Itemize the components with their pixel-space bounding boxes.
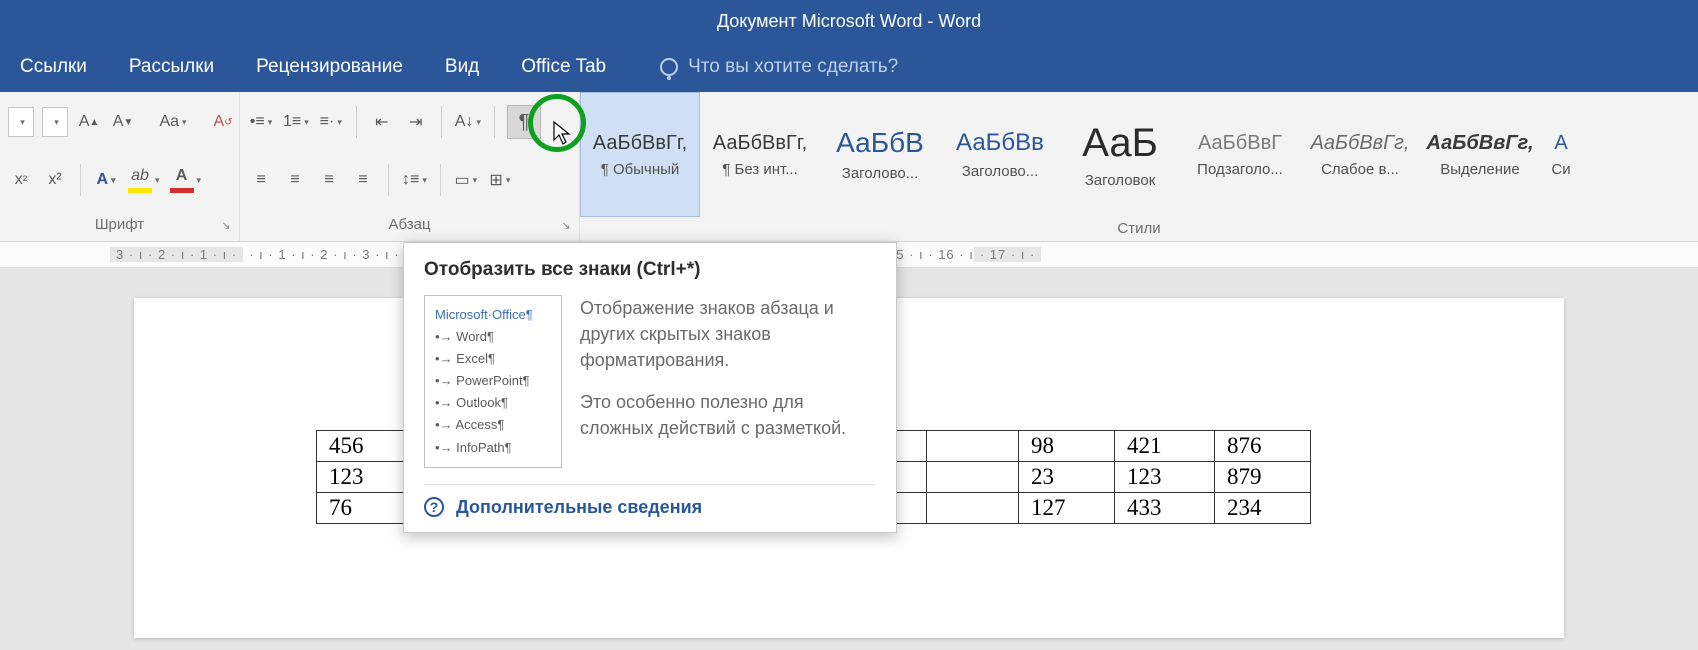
tab-mailings[interactable]: Рассылки <box>129 56 214 78</box>
clear-formatting-button[interactable]: A↺ <box>210 105 236 139</box>
tell-me-placeholder: Что вы хотите сделать? <box>688 56 898 78</box>
tooltip-description: Отображение знаков абзаца и других скрыт… <box>580 295 876 468</box>
multilevel-list-button[interactable]: ≡· <box>318 105 344 139</box>
sort-button[interactable]: A↓ <box>454 105 482 139</box>
table-cell[interactable]: 433 <box>1115 493 1215 524</box>
styles-gallery[interactable]: АаБбВвГг, ¶ Обычный АаБбВвГг, ¶ Без инт.… <box>580 92 1698 217</box>
group-styles: АаБбВвГг, ¶ Обычный АаБбВвГг, ¶ Без инт.… <box>580 92 1698 241</box>
paragraph-dialog-launcher-icon[interactable]: ↘ <box>559 219 573 233</box>
table-cell[interactable]: 876 <box>1215 431 1311 462</box>
style-next[interactable]: А Си <box>1540 92 1582 217</box>
table-cell[interactable]: 456 <box>317 431 413 462</box>
table-cell[interactable]: 123 <box>317 462 413 493</box>
table-cell[interactable]: 98 <box>1019 431 1115 462</box>
justify-button[interactable]: ≡ <box>350 163 376 197</box>
style-heading2[interactable]: АаБбВв Заголово... <box>940 92 1060 217</box>
table-cell[interactable]: 421 <box>1115 431 1215 462</box>
table-cell[interactable] <box>927 493 1019 524</box>
shrink-font-button[interactable]: A▼ <box>110 105 136 139</box>
group-paragraph: •≡ 1≡ ≡· ⇤ ⇥ A↓ ¶ ≡ ≡ ≡ ≡ ↕≡ ▭ ⊞ <box>240 92 580 241</box>
style-heading1[interactable]: АаБбВ Заголово... <box>820 92 940 217</box>
style-title[interactable]: АаБ Заголовок <box>1060 92 1180 217</box>
tooltip-preview-item: •→ Excel¶ <box>435 348 551 370</box>
tab-references[interactable]: Ссылки <box>20 56 87 78</box>
tab-review[interactable]: Рецензирование <box>256 56 403 78</box>
style-emphasis[interactable]: АаБбВвГг, Выделение <box>1420 92 1540 217</box>
align-center-button[interactable]: ≡ <box>282 163 308 197</box>
table-cell[interactable] <box>927 431 1019 462</box>
table-cell[interactable]: 127 <box>1019 493 1115 524</box>
font-name-combo[interactable] <box>8 107 34 137</box>
table-cell[interactable] <box>927 462 1019 493</box>
ruler-right-margin: · 17 · ı · <box>974 247 1042 262</box>
document-area: 3 · ı · 2 · ı · 1 · ı · · ı · 1 · ı · 2 … <box>0 242 1698 650</box>
tooltip-preview-item: •→ Word¶ <box>435 326 551 348</box>
change-case-button[interactable]: Aa <box>160 105 186 139</box>
font-size-combo[interactable] <box>42 107 68 137</box>
ribbon-tabs: Ссылки Рассылки Рецензирование Вид Offic… <box>0 42 1698 92</box>
text-effects-button[interactable]: A <box>93 163 119 197</box>
tooltip-preview-item: •→ Outlook¶ <box>435 392 551 414</box>
tooltip-preview-box: Microsoft·Office¶ •→ Word¶ •→ Excel¶ •→ … <box>424 295 562 468</box>
tab-view[interactable]: Вид <box>445 56 479 78</box>
font-dialog-launcher-icon[interactable]: ↘ <box>219 219 233 233</box>
font-color-button[interactable]: A <box>169 163 203 197</box>
ribbon: A▲ A▼ Aa A↺ x² x² A ab A Шрифт <box>0 92 1698 242</box>
show-hide-paragraph-marks-button[interactable]: ¶ <box>507 105 541 139</box>
bullets-button[interactable]: •≡ <box>248 105 274 139</box>
decrease-indent-button[interactable]: ⇤ <box>369 105 395 139</box>
borders-button[interactable]: ⊞ <box>487 163 513 197</box>
table-cell[interactable]: 23 <box>1019 462 1115 493</box>
style-normal[interactable]: АаБбВвГг, ¶ Обычный <box>580 92 700 217</box>
tooltip-preview-heading: Microsoft·Office¶ <box>435 304 551 326</box>
style-no-spacing[interactable]: АаБбВвГг, ¶ Без инт... <box>700 92 820 217</box>
align-right-button[interactable]: ≡ <box>316 163 342 197</box>
style-subtle-emphasis[interactable]: АаБбВвГг, Слабое в... <box>1300 92 1420 217</box>
table-cell[interactable]: 123 <box>1115 462 1215 493</box>
group-label-styles: Стили <box>580 217 1698 241</box>
table-cell[interactable]: 879 <box>1215 462 1311 493</box>
grow-font-button[interactable]: A▲ <box>76 105 102 139</box>
increase-indent-button[interactable]: ⇥ <box>403 105 429 139</box>
superscript-button[interactable]: x² <box>42 163 68 197</box>
align-left-button[interactable]: ≡ <box>248 163 274 197</box>
ruler-left-margin: 3 · ı · 2 · ı · 1 · ı · <box>110 247 243 262</box>
help-icon: ? <box>424 497 444 517</box>
tooltip-preview-item: •→ PowerPoint¶ <box>435 370 551 392</box>
numbering-button[interactable]: 1≡ <box>282 105 310 139</box>
tooltip-preview-item: •→ Access¶ <box>435 414 551 436</box>
group-font: A▲ A▼ Aa A↺ x² x² A ab A Шрифт <box>0 92 240 241</box>
tooltip-title: Отобразить все знаки (Ctrl+*) <box>424 259 876 281</box>
lightbulb-icon <box>660 58 678 76</box>
tab-office-tab[interactable]: Office Tab <box>521 56 606 78</box>
group-label-font: Шрифт ↘ <box>0 213 239 241</box>
style-subtitle[interactable]: АаБбВвГ Подзаголо... <box>1180 92 1300 217</box>
tell-me-search[interactable]: Что вы хотите сделать? <box>660 56 898 78</box>
group-label-paragraph: Абзац ↘ <box>240 213 579 241</box>
tooltip-show-marks: Отобразить все знаки (Ctrl+*) Microsoft·… <box>403 242 897 533</box>
highlight-color-button[interactable]: ab <box>127 163 161 197</box>
tooltip-preview-item: •→ InfoPath¶ <box>435 437 551 459</box>
line-spacing-button[interactable]: ↕≡ <box>401 163 428 197</box>
table-cell[interactable]: 234 <box>1215 493 1311 524</box>
shading-button[interactable]: ▭ <box>453 163 479 197</box>
title-bar: Документ Microsoft Word - Word <box>0 0 1698 42</box>
tooltip-more-info[interactable]: ? Дополнительные сведения <box>424 484 876 518</box>
window-title: Документ Microsoft Word - Word <box>717 11 981 32</box>
table-cell[interactable]: 76 <box>317 493 413 524</box>
tooltip-more-link[interactable]: Дополнительные сведения <box>456 497 702 518</box>
subscript-button[interactable]: x² <box>8 163 34 197</box>
